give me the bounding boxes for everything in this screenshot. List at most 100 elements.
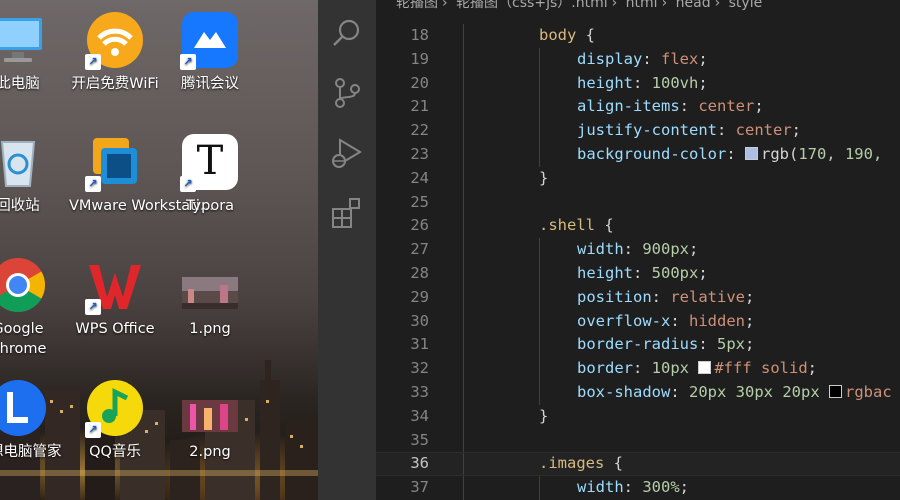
code-line[interactable]: 27 width: 900px; <box>376 238 900 262</box>
color-swatch[interactable] <box>698 361 712 375</box>
code-line[interactable]: 32 border: 10px #fff solid; <box>376 357 900 381</box>
code-punctuation: : <box>698 335 717 354</box>
css-property: box-shadow <box>577 382 671 401</box>
desktop-icon-label: Typora <box>185 198 235 214</box>
source-control-icon[interactable] <box>330 76 364 110</box>
line-number: 30 <box>410 311 429 330</box>
run-debug-icon[interactable] <box>330 136 364 170</box>
desktop-icon-label: 腾讯会议 <box>181 76 239 92</box>
indent-guide <box>539 119 540 143</box>
code-punctuation: : <box>633 359 652 378</box>
search-icon[interactable] <box>330 16 364 50</box>
code-line[interactable]: 28 height: 500px; <box>376 261 900 286</box>
code-punctuation: ; <box>745 311 755 330</box>
code-line[interactable]: 35 <box>376 428 900 453</box>
indent-guide <box>463 238 464 262</box>
code-line[interactable]: 34} <box>376 404 900 429</box>
code-line[interactable]: 25 <box>376 190 900 215</box>
extensions-icon[interactable] <box>330 196 364 230</box>
code-text: .shell { <box>539 214 614 238</box>
code-line[interactable]: 21 align-items: center; <box>376 95 900 120</box>
css-number: 300% <box>642 478 680 497</box>
desktop-icon-vmware[interactable]: ↗ VMware Workstati... <box>69 132 214 216</box>
code-line[interactable]: 19 display: flex; <box>376 47 900 72</box>
indent-guide <box>539 238 540 262</box>
code-line[interactable]: 26 .shell { <box>376 214 900 239</box>
css-property: height <box>577 73 633 92</box>
desktop-icon-label: 回收站 <box>0 198 40 214</box>
desktop-icon-label: QQ音乐 <box>89 444 141 460</box>
indent-guide <box>539 309 540 334</box>
breadcrumb-item[interactable]: head <box>676 0 711 11</box>
indent-guide <box>539 95 540 120</box>
code-line[interactable]: 23 background-color: rgb(170, 190, <box>376 142 900 167</box>
code-line[interactable]: 36 .images { <box>376 452 900 477</box>
desktop-icon-typora[interactable]: T ↗ Typora <box>164 132 256 216</box>
css-value: #fff solid <box>714 359 808 378</box>
code-editor[interactable]: 轮播图 › 轮播图（css+js）.html › html › head › style… <box>376 0 900 500</box>
desktop-icon-tencent-meeting[interactable]: ↗ 腾讯会议 <box>164 10 256 94</box>
indent-guide <box>463 190 464 215</box>
color-swatch[interactable] <box>829 384 842 398</box>
desktop-icon-qqmusic[interactable]: ↗ QQ音乐 <box>69 378 161 462</box>
code-punctuation: : <box>642 49 661 68</box>
code-punctuation: ; <box>698 49 708 68</box>
desktop-icon-wifi[interactable]: ↗ 开启免费WiFi <box>69 10 161 94</box>
vmware-icon: ↗ <box>85 132 145 192</box>
line-number: 36 <box>410 454 429 473</box>
code-text: height: 500px; <box>577 262 708 286</box>
css-selector: .shell <box>539 216 595 235</box>
css-property: align-items <box>577 97 680 116</box>
desktop-icon-pc-manager[interactable]: 联想电脑管家 <box>0 378 64 462</box>
desktop-icon-label: 此电脑 <box>0 76 40 92</box>
code-line[interactable]: 18 body { <box>376 24 900 48</box>
css-number: 170, 190, <box>798 144 883 163</box>
code-punctuation: ; <box>754 97 764 116</box>
code-line[interactable]: 29 position: relative; <box>376 285 900 310</box>
code-text: justify-content: center; <box>577 119 801 143</box>
code-line[interactable]: 30 overflow-x: hidden; <box>376 309 900 334</box>
line-number: 28 <box>410 263 429 282</box>
wps-icon: ↗ <box>85 255 145 315</box>
desktop-icon-wps[interactable]: ↗ WPS Office <box>69 255 161 339</box>
desktop-icon-2png[interactable]: 2.png <box>164 378 256 462</box>
css-property: width <box>577 478 624 497</box>
pc-manager-icon <box>0 378 48 438</box>
desktop-icon-recycle-bin[interactable]: 回收站 <box>0 132 64 216</box>
code-line[interactable]: 33 box-shadow: 20px 30px 20px rgbac <box>376 380 900 405</box>
indent-guide <box>539 261 540 286</box>
activity-bar <box>318 0 376 500</box>
line-number: 20 <box>410 73 429 92</box>
css-property: justify-content <box>577 121 717 140</box>
code-line[interactable]: 24} <box>376 166 900 191</box>
css-value: flex <box>661 49 699 68</box>
desktop-icon-this-pc[interactable]: 此电脑 <box>0 10 64 94</box>
color-swatch[interactable] <box>744 146 758 160</box>
code-line[interactable]: 31 border-radius: 5px; <box>376 333 900 358</box>
indent-guide <box>463 285 464 310</box>
desktop-icon-chrome[interactable]: Google Chrome <box>0 255 64 359</box>
desktop-icon-1png[interactable]: 1.png <box>164 255 256 339</box>
indent-guide <box>539 285 540 310</box>
breadcrumb-item[interactable]: html <box>626 0 658 11</box>
indent-guide <box>463 166 464 191</box>
desktop-icon-label: Google Chrome <box>0 321 47 357</box>
code-text: width: 900px; <box>577 238 698 262</box>
code-text: display: flex; <box>577 48 708 72</box>
code-punctuation: { <box>595 216 614 235</box>
code-line[interactable]: 22 justify-content: center; <box>376 119 900 143</box>
wifi-icon: ↗ <box>85 10 145 70</box>
breadcrumb-item[interactable]: 轮播图（css+js）.html <box>456 0 608 11</box>
code-line[interactable]: 20 height: 100vh; <box>376 71 900 96</box>
code-punctuation: ; <box>679 478 690 497</box>
breadcrumb-item[interactable]: 轮播图 <box>396 0 438 11</box>
breadcrumb-item[interactable]: style <box>729 0 763 11</box>
code-text: position: relative; <box>577 286 754 310</box>
css-property: position <box>577 287 652 306</box>
code-line[interactable]: 37 width: 300%; <box>376 476 900 500</box>
shortcut-arrow-icon: ↗ <box>85 54 101 70</box>
code-punctuation: ; <box>698 73 708 92</box>
indent-guide <box>539 142 540 167</box>
code-text: border-radius: 5px; <box>577 333 754 357</box>
